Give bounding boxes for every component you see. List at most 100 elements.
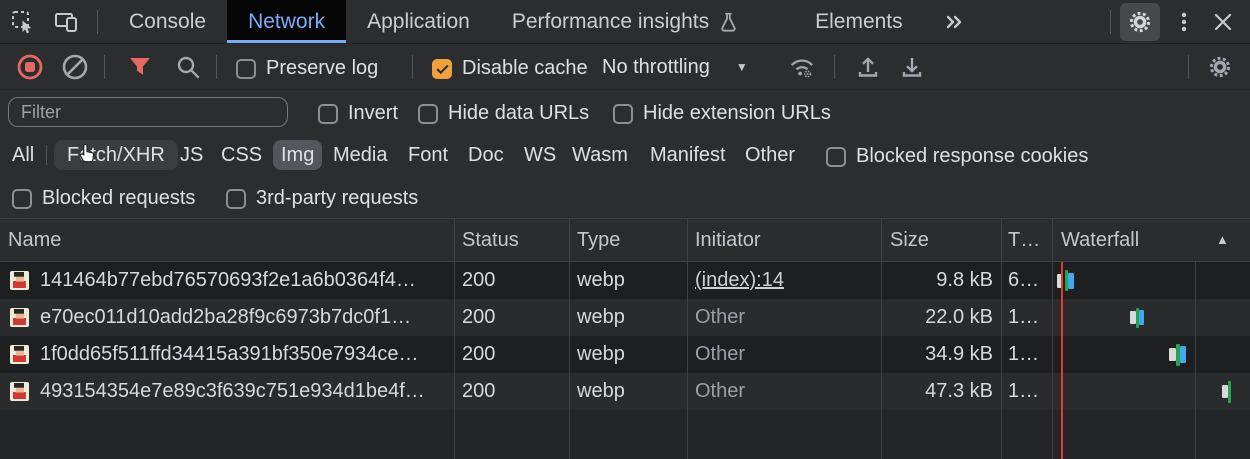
waterfall-bar bbox=[1169, 348, 1176, 361]
request-filter-bar: Blocked requests 3rd-party requests bbox=[0, 176, 1250, 219]
request-type: webp bbox=[577, 336, 625, 373]
tab-console[interactable]: Console bbox=[108, 0, 227, 43]
image-thumbnail-icon bbox=[10, 345, 29, 364]
gear-icon bbox=[1127, 9, 1153, 35]
request-initiator: Other bbox=[695, 299, 745, 336]
chip-label: Manifest bbox=[650, 144, 726, 166]
request-name: 141464b77ebd76570693f2e1a6b0364f4… bbox=[40, 262, 416, 299]
third-party-requests-checkbox[interactable] bbox=[226, 189, 246, 209]
column-header-time[interactable]: T… bbox=[1008, 219, 1040, 261]
invert-label: Invert bbox=[348, 102, 398, 125]
invert-filter-control: Invert bbox=[318, 102, 398, 125]
sort-ascending-icon[interactable]: ▲ bbox=[1216, 219, 1229, 261]
tab-performance-insights[interactable]: Performance insights bbox=[491, 0, 760, 43]
record-network-log-button[interactable] bbox=[16, 53, 44, 81]
column-header-initiator[interactable]: Initiator bbox=[695, 219, 761, 261]
type-filter-all[interactable]: All bbox=[10, 140, 36, 170]
inspect-element-button[interactable] bbox=[8, 8, 38, 36]
more-tabs-button[interactable] bbox=[930, 0, 976, 44]
tab-network[interactable]: Network bbox=[227, 0, 346, 43]
table-header-row: Name Status Type Initiator Size T… Water… bbox=[0, 219, 1250, 262]
throttling-dropdown[interactable]: No throttling ▼ bbox=[602, 44, 748, 90]
preserve-log-control: Preserve log bbox=[236, 57, 378, 80]
hide-data-urls-control: Hide data URLs bbox=[418, 102, 589, 125]
network-settings-button[interactable] bbox=[1206, 53, 1234, 81]
waterfall-bar bbox=[1139, 310, 1144, 325]
chip-label: WS bbox=[524, 144, 556, 166]
waterfall-bar bbox=[1180, 346, 1186, 363]
toolbar-divider bbox=[216, 55, 217, 79]
type-filter-css[interactable]: CSS bbox=[219, 140, 264, 170]
column-header-status[interactable]: Status bbox=[462, 219, 519, 261]
type-filter-doc[interactable]: Doc bbox=[466, 140, 506, 170]
active-tab-underline bbox=[227, 40, 346, 43]
more-options-menu-button[interactable] bbox=[1170, 8, 1198, 36]
toolbar-divider bbox=[1188, 55, 1189, 79]
hide-extension-urls-checkbox[interactable] bbox=[613, 104, 633, 124]
type-filter-ws[interactable]: WS bbox=[522, 140, 558, 170]
type-filter-media[interactable]: Media bbox=[331, 140, 389, 170]
hide-data-urls-checkbox[interactable] bbox=[418, 104, 438, 124]
disable-cache-checkbox[interactable] bbox=[432, 59, 452, 79]
type-filter-other[interactable]: Other bbox=[743, 140, 797, 170]
column-divider[interactable] bbox=[569, 219, 570, 459]
invert-checkbox[interactable] bbox=[318, 104, 338, 124]
export-har-button[interactable] bbox=[898, 53, 926, 81]
filter-button[interactable] bbox=[126, 53, 154, 81]
clear-network-log-button[interactable] bbox=[61, 53, 89, 81]
column-header-type[interactable]: Type bbox=[577, 219, 620, 261]
third-party-requests-label: 3rd-party requests bbox=[256, 187, 418, 210]
filter-input[interactable] bbox=[8, 97, 288, 127]
close-devtools-button[interactable] bbox=[1206, 8, 1240, 36]
tab-elements[interactable]: Elements bbox=[794, 0, 924, 43]
column-divider[interactable] bbox=[687, 219, 688, 459]
tab-application[interactable]: Application bbox=[346, 0, 491, 43]
type-filter-fetch-xhr[interactable]: Fetch/XHR bbox=[54, 140, 178, 170]
hide-data-urls-label: Hide data URLs bbox=[448, 102, 589, 125]
upload-icon bbox=[855, 54, 881, 80]
devtools-tab-bar: Console Network Application Performance … bbox=[0, 0, 1250, 44]
request-size: 22.0 kB bbox=[881, 299, 993, 336]
request-status: 200 bbox=[462, 373, 495, 410]
chip-label: Font bbox=[408, 144, 448, 166]
column-divider[interactable] bbox=[454, 219, 455, 459]
close-icon bbox=[1211, 10, 1235, 34]
panel-tabs: Console Network Application Performance … bbox=[108, 0, 976, 44]
blocked-response-cookies-checkbox[interactable] bbox=[826, 147, 846, 167]
column-divider[interactable] bbox=[1001, 219, 1002, 459]
chip-label: All bbox=[12, 144, 34, 166]
request-initiator-link[interactable]: (index):14 bbox=[695, 262, 784, 299]
request-type: webp bbox=[577, 373, 625, 410]
column-divider[interactable] bbox=[881, 219, 882, 459]
settings-button[interactable] bbox=[1120, 3, 1160, 41]
type-filter-manifest[interactable]: Manifest bbox=[648, 140, 728, 170]
blocked-requests-checkbox[interactable] bbox=[12, 189, 32, 209]
import-har-button[interactable] bbox=[854, 53, 882, 81]
disable-cache-label: Disable cache bbox=[462, 57, 588, 80]
funnel-icon bbox=[127, 54, 153, 80]
tab-label: Elements bbox=[815, 0, 903, 43]
blocked-response-cookies-control: Blocked response cookies bbox=[826, 145, 1088, 168]
type-filter-js[interactable]: JS bbox=[178, 140, 205, 170]
request-type: webp bbox=[577, 299, 625, 336]
request-status: 200 bbox=[462, 262, 495, 299]
column-header-name[interactable]: Name bbox=[8, 219, 61, 261]
chip-label: Other bbox=[745, 144, 795, 166]
network-conditions-button[interactable] bbox=[788, 53, 816, 81]
tab-label: Console bbox=[129, 0, 206, 43]
blocked-response-cookies-label: Blocked response cookies bbox=[856, 145, 1088, 168]
type-filter-img[interactable]: Img bbox=[273, 140, 322, 170]
column-header-waterfall[interactable]: Waterfall bbox=[1061, 219, 1139, 261]
record-icon bbox=[16, 53, 44, 81]
request-time: 1… bbox=[1008, 299, 1039, 336]
devtools-window: Console Network Application Performance … bbox=[0, 0, 1250, 459]
search-button[interactable] bbox=[174, 53, 202, 81]
preserve-log-checkbox[interactable] bbox=[236, 59, 256, 79]
third-party-requests-control: 3rd-party requests bbox=[226, 187, 418, 210]
device-toolbar-button[interactable] bbox=[52, 8, 82, 36]
type-filter-font[interactable]: Font bbox=[406, 140, 450, 170]
request-status: 200 bbox=[462, 299, 495, 336]
chip-label: Wasm bbox=[572, 144, 628, 166]
column-header-size[interactable]: Size bbox=[890, 219, 929, 261]
type-filter-wasm[interactable]: Wasm bbox=[570, 140, 630, 170]
